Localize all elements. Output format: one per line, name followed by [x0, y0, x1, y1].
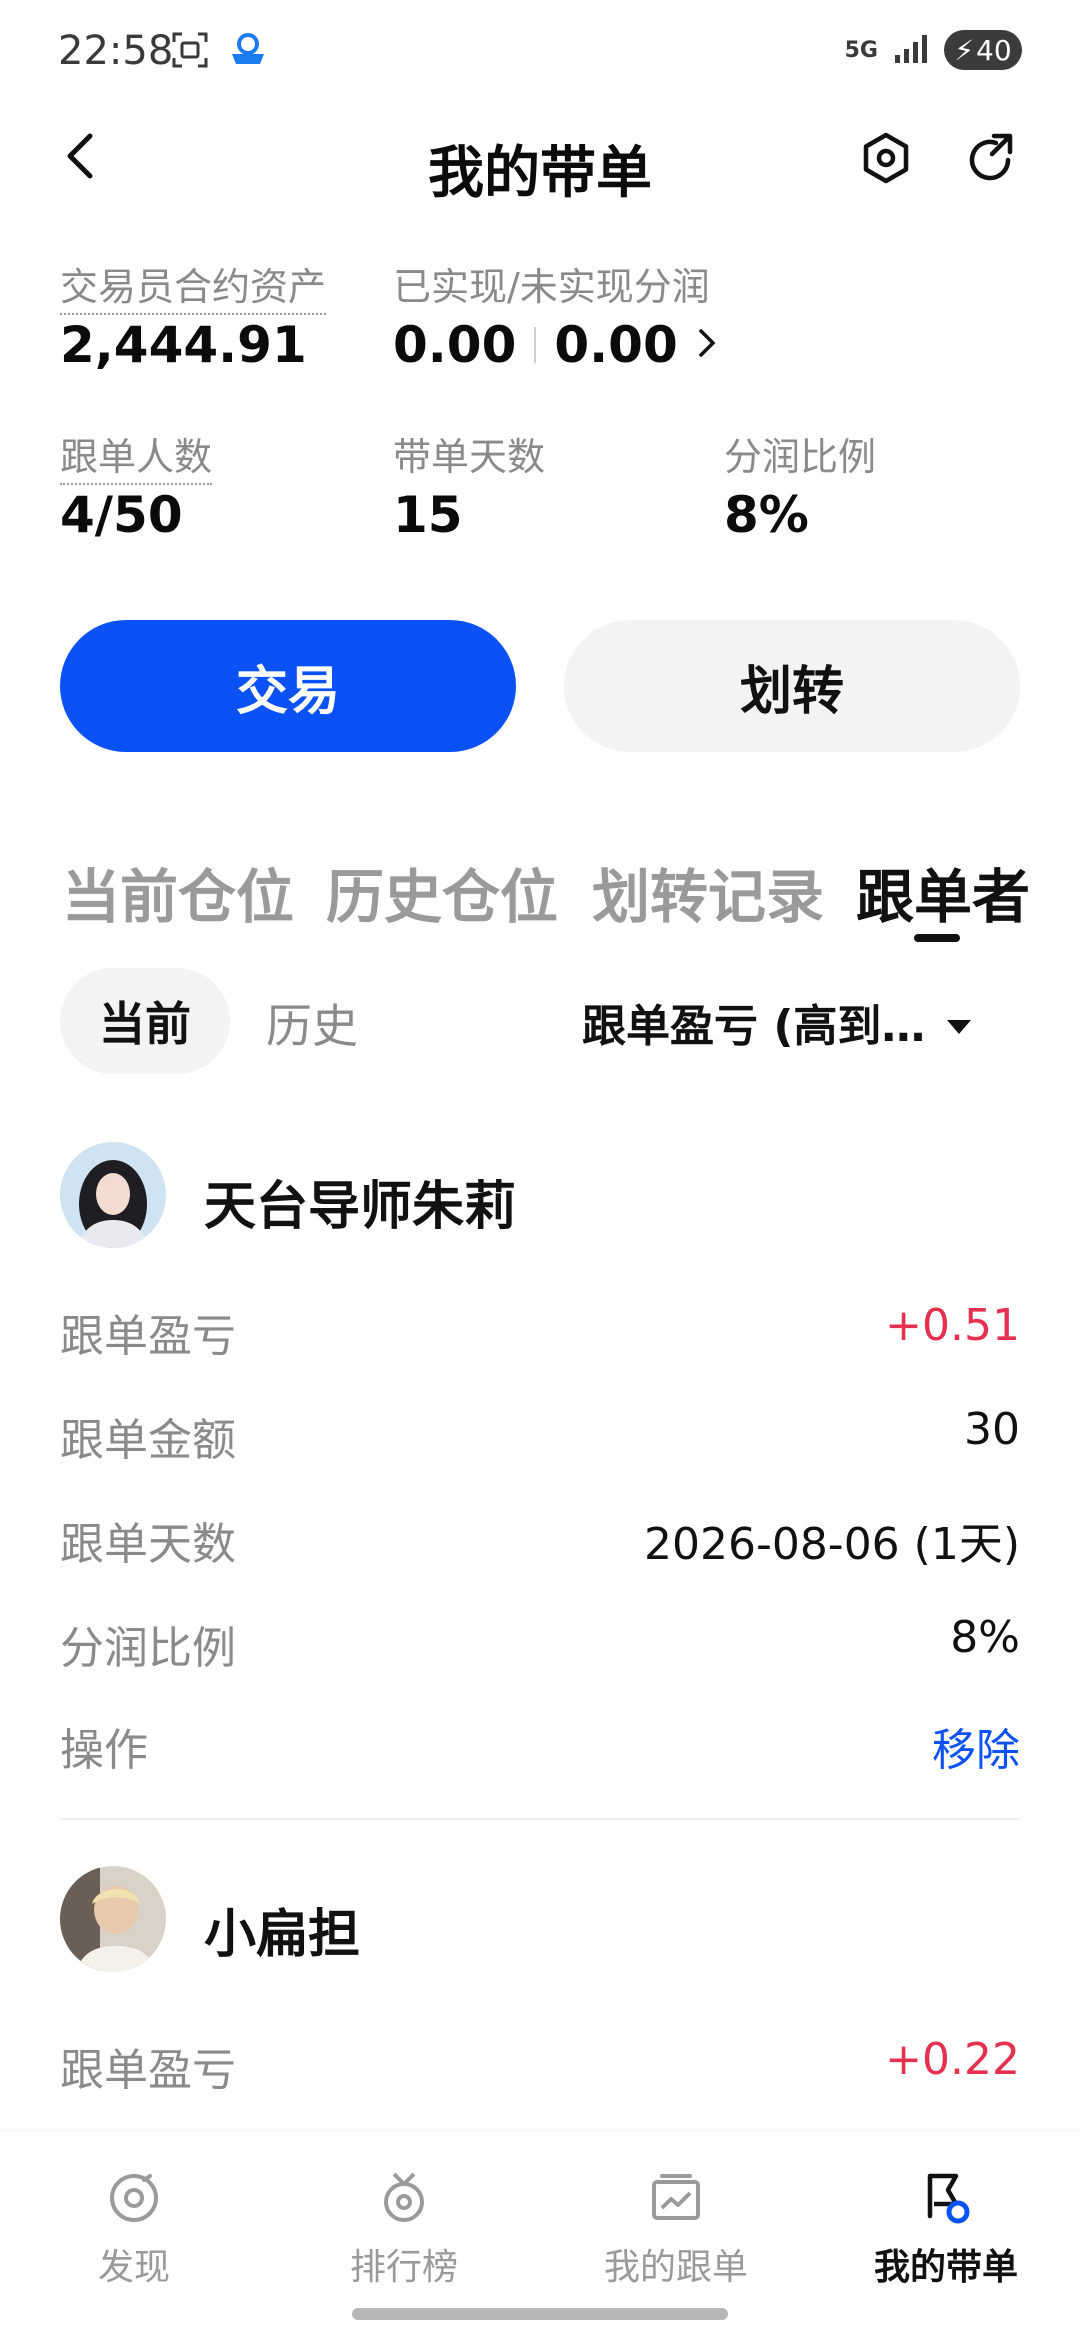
follow-days-label: 跟单天数 [60, 1519, 236, 1570]
scan-icon [170, 30, 210, 74]
share-icon [969, 133, 1013, 181]
followers-value: 4/50 [60, 486, 183, 544]
pnl-value: +0.22 [885, 2034, 1020, 2085]
remove-button[interactable]: 移除 [932, 1714, 1020, 1778]
pnl-label: 跟单盈亏 [60, 2045, 236, 2096]
assets-value: 2,444.91 [60, 316, 307, 374]
tab-transfer-records[interactable]: 划转记录 [592, 850, 824, 934]
follow-days-value: 2026-08-06 (1天) [643, 1519, 1020, 1570]
home-indicator[interactable] [352, 2308, 728, 2320]
nav-ranking[interactable]: 排行榜 [304, 2170, 504, 2290]
nav-my-copy[interactable]: 我的跟单 [576, 2170, 776, 2290]
realized-profit-value: 0.00 [393, 316, 517, 374]
tab-followers[interactable]: 跟单者 [856, 850, 1030, 934]
my-copy-icon [652, 2174, 700, 2220]
profit-share-values[interactable]: 0.00 0.00 [393, 316, 718, 374]
avatar[interactable] [60, 1142, 166, 1248]
nav-label: 我的带单 [873, 2247, 1018, 2288]
share-label: 分润比例 [60, 1623, 236, 1674]
ranking-icon [384, 2172, 424, 2222]
app-badge-icon [228, 30, 268, 74]
subtab-current[interactable]: 当前 [60, 968, 230, 1074]
assets-label[interactable]: 交易员合约资产 [60, 265, 327, 315]
tab-current-positions[interactable]: 当前仓位 [62, 850, 294, 934]
nav-label: 排行榜 [349, 2247, 458, 2288]
discover-icon [110, 2174, 158, 2222]
amount-label: 跟单金额 [60, 1415, 236, 1466]
chevron-right-icon [696, 326, 718, 364]
status-right-icons: 5G ⚡ 40 [845, 30, 1022, 70]
my-lead-icon [927, 2173, 970, 2224]
card-divider [60, 1818, 1020, 1820]
caret-down-icon [945, 997, 973, 1048]
avatar[interactable] [60, 1866, 166, 1972]
settings-button[interactable] [858, 130, 914, 190]
transfer-button[interactable]: 划转 [564, 620, 1020, 752]
operation-label: 操作 [60, 1725, 148, 1776]
value-separator [534, 327, 537, 363]
nav-label: 发现 [97, 2247, 170, 2288]
sort-dropdown[interactable]: 跟单盈亏 (高到… [582, 990, 973, 1054]
profit-share-label: 已实现/未实现分润 [393, 265, 710, 309]
battery-indicator: ⚡ 40 [944, 30, 1022, 70]
lead-days-label: 带单天数 [393, 435, 546, 479]
battery-level: 40 [976, 33, 1012, 67]
settings-icon [863, 132, 909, 184]
signal-icon [894, 33, 928, 67]
unrealized-profit-value: 0.00 [554, 316, 678, 374]
trade-button[interactable]: 交易 [60, 620, 516, 752]
share-button[interactable] [964, 130, 1020, 190]
nav-my-lead[interactable]: 我的带单 [846, 2170, 1046, 2290]
share-ratio-label: 分润比例 [724, 435, 877, 479]
nav-discover[interactable]: 发现 [34, 2170, 234, 2290]
subtab-history[interactable]: 历史 [266, 990, 358, 1056]
amount-value: 30 [964, 1404, 1020, 1455]
pnl-value: +0.51 [885, 1300, 1020, 1351]
pnl-label: 跟单盈亏 [60, 1311, 236, 1362]
active-tab-indicator [914, 934, 960, 942]
sort-label: 跟单盈亏 (高到… [582, 1001, 926, 1052]
status-left-icons [170, 30, 268, 74]
follower-name: 小扁担 [204, 1905, 361, 1965]
follower-name: 天台导师朱莉 [204, 1177, 517, 1237]
lead-days-value: 15 [393, 486, 463, 544]
charging-icon: ⚡ [954, 33, 975, 67]
tab-history-positions[interactable]: 历史仓位 [326, 850, 558, 934]
page-title: 我的带单 [428, 141, 652, 206]
followers-label[interactable]: 跟单人数 [60, 435, 213, 485]
share-value: 8% [950, 1612, 1020, 1663]
status-time: 22:58 [58, 28, 174, 74]
nav-label: 我的跟单 [603, 2247, 748, 2288]
share-ratio-value: 8% [724, 486, 809, 544]
network-label: 5G [844, 37, 878, 63]
